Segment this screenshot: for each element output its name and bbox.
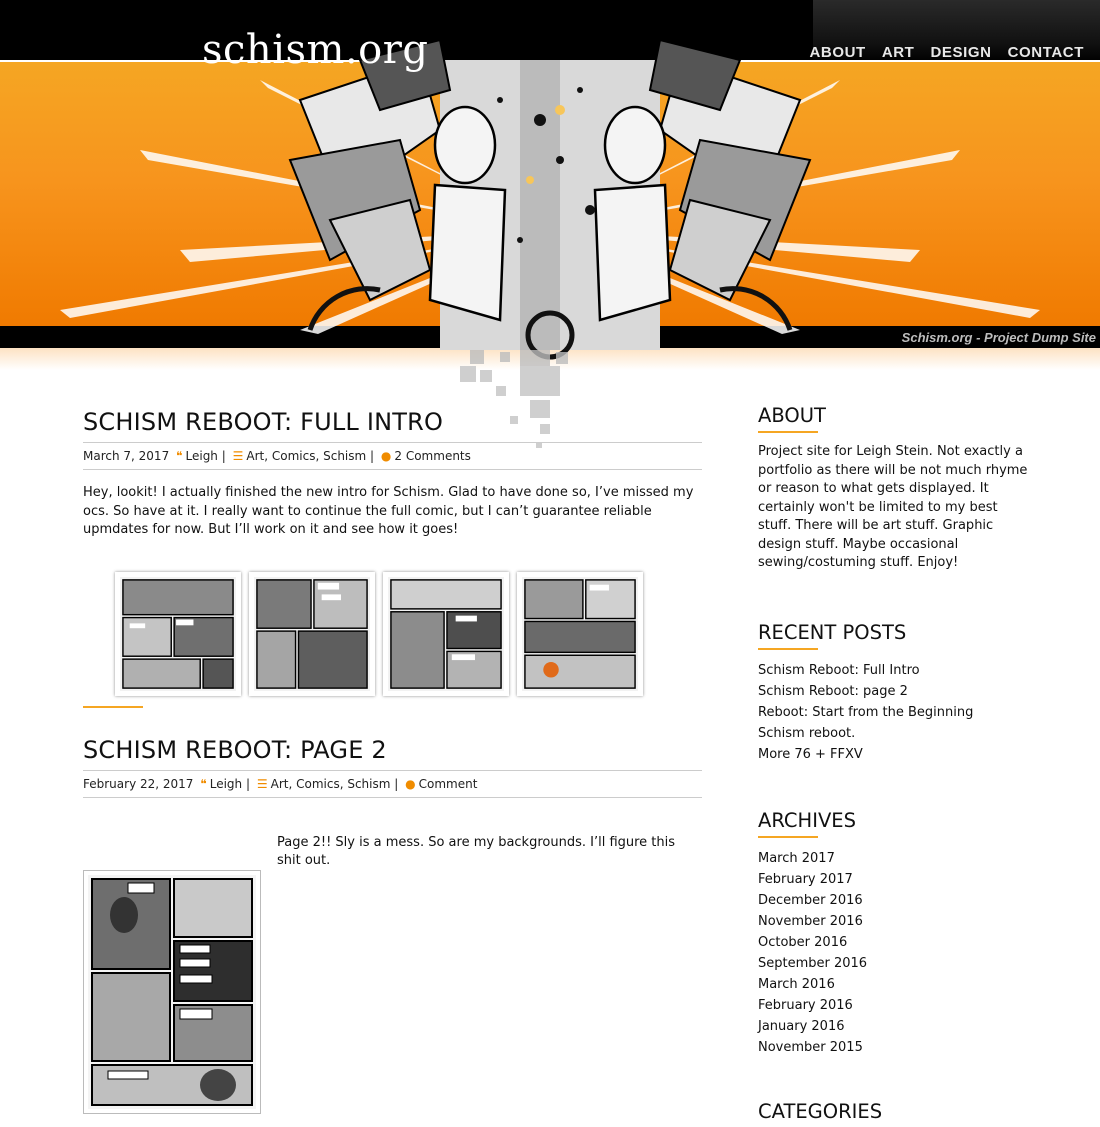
widget-title: ABOUT <box>758 404 826 427</box>
widget-archives: ARCHIVES March 2017 February 2017 Decemb… <box>758 809 1028 1058</box>
site-tagline: Schism.org - Project Dump Site <box>901 330 1096 345</box>
comic-page-image <box>522 576 638 691</box>
recent-post-link[interactable]: Schism reboot. <box>758 723 1028 744</box>
meta-divider: | <box>370 449 378 463</box>
meta-divider: | <box>245 776 254 791</box>
nav-art[interactable]: ART <box>882 44 915 61</box>
nav-about[interactable]: ABOUT <box>809 44 865 61</box>
post-title[interactable]: SCHISM REBOOT: PAGE 2 <box>83 728 702 771</box>
main-nav: ABOUT ART DESIGN CONTACT <box>809 44 1084 61</box>
recent-post-link[interactable]: Schism Reboot: Full Intro <box>758 660 1028 681</box>
archive-link[interactable]: September 2016 <box>758 953 1028 974</box>
archive-link[interactable]: November 2016 <box>758 911 1028 932</box>
quote-icon: ❝ <box>176 449 183 463</box>
widget-categories: CATEGORIES <box>758 1100 1028 1127</box>
post-separator <box>83 705 143 708</box>
speech-bubble-icon: ● <box>380 449 392 463</box>
comic-page-image <box>120 576 236 691</box>
site-header: schism.org ABOUT ART DESIGN CONTACT Schi… <box>0 0 1100 370</box>
speech-bubble-icon: ● <box>405 776 416 791</box>
meta-divider: | <box>221 449 230 463</box>
post-title[interactable]: SCHISM REBOOT: FULL INTRO <box>83 400 702 443</box>
widget-recent-posts: RECENT POSTS Schism Reboot: Full Intro S… <box>758 621 1028 765</box>
list-icon: ☰ <box>232 449 244 463</box>
recent-post-link[interactable]: Schism Reboot: page 2 <box>758 681 1028 702</box>
archive-link[interactable]: October 2016 <box>758 932 1028 953</box>
post-meta: March 7, 2017 ❝ Leigh | ☰ Art, Comics, Sch… <box>83 443 702 470</box>
post-full-intro: SCHISM REBOOT: FULL INTRO March 7, 2017 … <box>83 400 702 708</box>
about-text: Project site for Leigh Stein. Not exactl… <box>758 444 1028 570</box>
archive-link[interactable]: February 2016 <box>758 995 1028 1016</box>
recent-post-link[interactable]: More 76 + FFXV <box>758 744 1028 765</box>
post-meta: February 22, 2017 ❝ Leigh | ☰ Art, Comics,… <box>83 771 702 798</box>
category-link[interactable]: Art <box>246 449 264 463</box>
category-link[interactable]: Comics <box>272 449 316 463</box>
widget-underline <box>758 431 818 433</box>
comments-link[interactable]: 2 Comments <box>394 449 471 463</box>
site-logo[interactable]: schism.org <box>202 30 428 70</box>
gallery-thumb[interactable] <box>383 571 509 696</box>
post-date[interactable]: March 7, 2017 <box>83 449 169 463</box>
archive-link[interactable]: March 2017 <box>758 848 1028 869</box>
post-body: Page 2!! Sly is a mess. So are my backgr… <box>277 834 676 869</box>
recent-post-link[interactable]: Reboot: Start from the Beginning <box>758 702 1028 723</box>
post-author[interactable]: Leigh <box>210 777 242 791</box>
quote-icon: ❝ <box>200 776 207 791</box>
widget-underline <box>758 647 818 650</box>
widget-about: ABOUT Project site for Leigh Stein. Not … <box>758 404 1028 573</box>
category-link[interactable]: Art <box>271 777 289 791</box>
post-page-2: SCHISM REBOOT: PAGE 2 February 22, 2017 … <box>83 728 702 1114</box>
comic-gallery <box>115 571 702 696</box>
main-content: SCHISM REBOOT: FULL INTRO March 7, 2017 … <box>83 400 702 1114</box>
gallery-thumb[interactable] <box>115 571 241 696</box>
recent-posts-list: Schism Reboot: Full Intro Schism Reboot:… <box>758 660 1028 765</box>
category-link[interactable]: Comics <box>296 777 340 791</box>
sidebar: ABOUT Project site for Leigh Stein. Not … <box>758 404 1028 1127</box>
archives-list: March 2017 February 2017 December 2016 N… <box>758 848 1028 1058</box>
post-author[interactable]: Leigh <box>186 449 218 463</box>
widget-underline <box>758 835 818 838</box>
comic-page-image <box>254 576 370 691</box>
comic-page-image <box>388 576 504 691</box>
widget-title: RECENT POSTS <box>758 620 907 644</box>
post-date[interactable]: February 22, 2017 <box>83 777 193 791</box>
nav-contact[interactable]: CONTACT <box>1008 44 1084 61</box>
comments-link[interactable]: Comment <box>419 777 478 791</box>
category-link[interactable]: Schism <box>323 449 366 463</box>
archive-link[interactable]: November 2015 <box>758 1037 1028 1058</box>
archive-link[interactable]: March 2016 <box>758 974 1028 995</box>
comic-page-art <box>88 874 256 1109</box>
category-link[interactable]: Schism <box>347 777 390 791</box>
meta-divider: | <box>394 776 403 791</box>
gallery-thumb[interactable] <box>517 571 643 696</box>
post-body: Hey, lookit! I actually finished the new… <box>83 485 694 537</box>
nav-design[interactable]: DESIGN <box>930 44 991 61</box>
list-icon: ☰ <box>256 776 268 791</box>
archive-link[interactable]: February 2017 <box>758 869 1028 890</box>
comic-page-image[interactable] <box>83 869 261 1114</box>
gallery-thumb[interactable] <box>249 571 375 696</box>
widget-title: ARCHIVES <box>758 808 856 832</box>
widget-title: CATEGORIES <box>758 1099 883 1123</box>
archive-link[interactable]: December 2016 <box>758 890 1028 911</box>
archive-link[interactable]: January 2016 <box>758 1016 1028 1037</box>
